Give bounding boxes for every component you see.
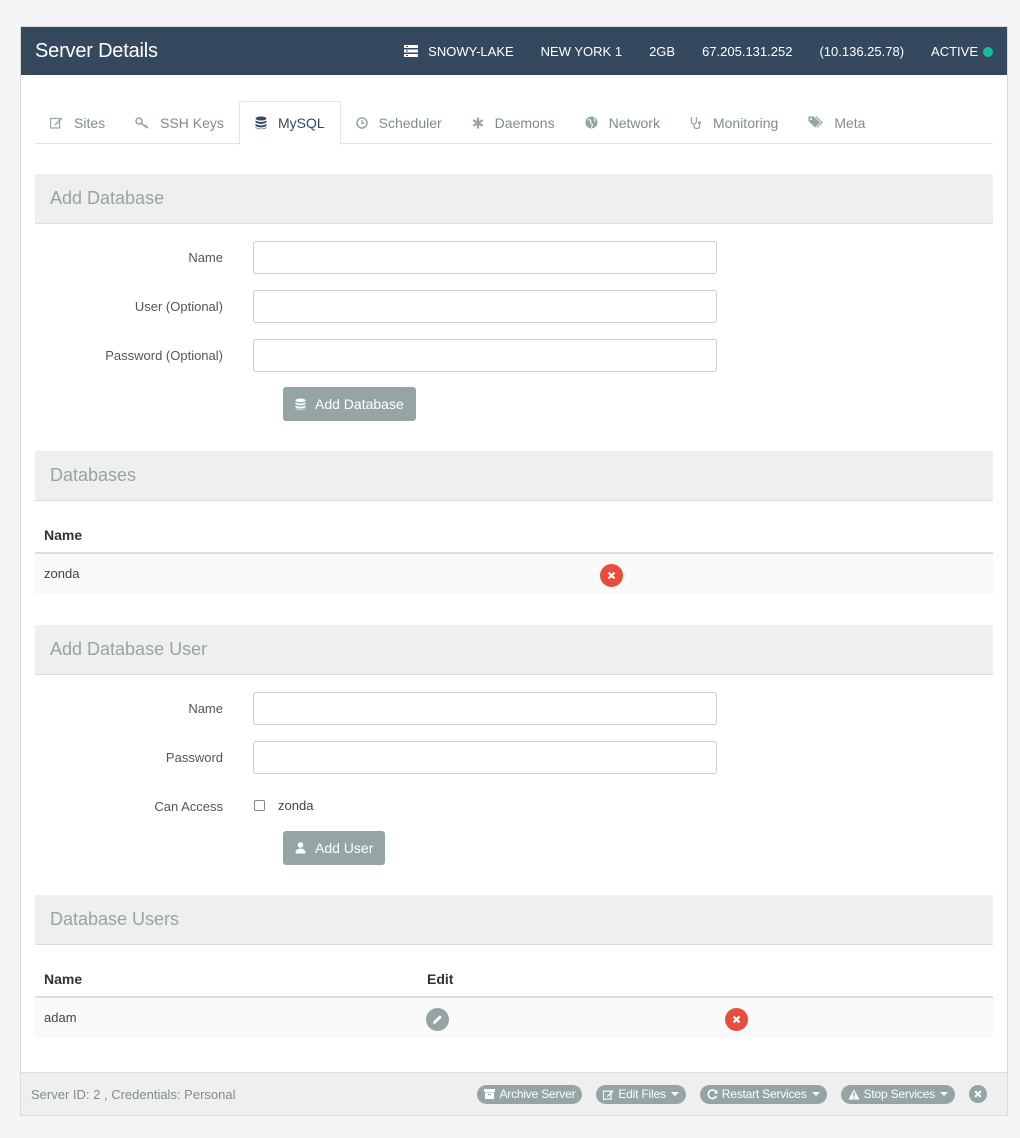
stop-services-button[interactable]: Stop Services bbox=[840, 1084, 955, 1104]
chevron-down-icon bbox=[811, 1092, 820, 1096]
close-icon bbox=[732, 1015, 741, 1024]
server-info: Server ID: 2 , Credentials: Personal bbox=[31, 1086, 236, 1102]
user-name-row: Name bbox=[35, 691, 993, 725]
db-password-row: Password (Optional) bbox=[35, 338, 993, 372]
tab-meta[interactable]: Meta bbox=[793, 101, 880, 144]
warning-icon bbox=[848, 1089, 860, 1099]
panel-footer: Server ID: 2 , Credentials: Personal Arc… bbox=[21, 1072, 1007, 1115]
db-user-input[interactable] bbox=[253, 289, 717, 323]
db-name-input[interactable] bbox=[253, 240, 717, 274]
server-status: ACTIVE bbox=[931, 44, 993, 59]
database-icon bbox=[295, 398, 306, 410]
restart-services-button[interactable]: Restart Services bbox=[699, 1084, 827, 1104]
user-name-input[interactable] bbox=[253, 691, 717, 725]
chevron-down-icon bbox=[940, 1092, 948, 1096]
server-public-ip: 67.205.131.252 bbox=[702, 43, 793, 59]
server-meta: SNOWY-LAKE NEW YORK 1 2GB 67.205.131.252… bbox=[404, 44, 993, 59]
status-dot-icon bbox=[983, 46, 993, 57]
databases-heading: Databases bbox=[35, 451, 993, 501]
database-users-heading: Database Users bbox=[35, 895, 993, 945]
edit-user-button[interactable] bbox=[426, 1008, 449, 1031]
archive-server-button[interactable]: Archive Server bbox=[477, 1084, 583, 1104]
edit-files-button[interactable]: Edit Files bbox=[596, 1084, 686, 1104]
tab-ssh-keys[interactable]: SSH Keys bbox=[120, 101, 239, 144]
tab-mysql[interactable]: MySQL bbox=[238, 101, 341, 145]
close-icon bbox=[974, 1090, 982, 1098]
users-col-name: Name bbox=[44, 971, 83, 987]
database-name: zonda bbox=[44, 566, 80, 581]
user-name-label: Name bbox=[188, 700, 223, 716]
tab-monitoring[interactable]: Monitoring bbox=[675, 101, 793, 144]
asterisk-icon bbox=[472, 117, 484, 128]
delete-database-button[interactable] bbox=[600, 564, 623, 587]
user-password-row: Password bbox=[35, 740, 993, 774]
chevron-down-icon bbox=[670, 1092, 679, 1096]
panel-header: Server Details SNOWY-LAKE NEW YORK 1 2GB… bbox=[21, 27, 1007, 75]
add-database-heading: Add Database bbox=[35, 174, 993, 224]
db-name-label: Name bbox=[188, 249, 223, 265]
edit-icon bbox=[50, 117, 63, 129]
db-password-label: Password (Optional) bbox=[105, 347, 223, 363]
tab-network[interactable]: Network bbox=[570, 101, 675, 144]
key-icon bbox=[135, 116, 149, 129]
db-password-input[interactable] bbox=[253, 338, 717, 372]
user-password-input[interactable] bbox=[253, 740, 717, 774]
close-panel-button[interactable] bbox=[969, 1085, 987, 1103]
status-text: ACTIVE bbox=[931, 43, 978, 59]
tab-sites[interactable]: Sites bbox=[35, 101, 120, 144]
server-details-panel: Server Details SNOWY-LAKE NEW YORK 1 2GB… bbox=[20, 26, 1008, 1116]
table-row: adam bbox=[35, 997, 993, 1038]
add-user-button[interactable]: Add User bbox=[283, 831, 386, 865]
access-checkbox-zonda[interactable] bbox=[254, 800, 265, 811]
db-user-label: User (Optional) bbox=[134, 298, 223, 314]
database-icon bbox=[255, 116, 267, 130]
tab-bar: Sites SSH Keys MySQL Scheduler Daemons N… bbox=[35, 101, 993, 145]
delete-user-button[interactable] bbox=[725, 1008, 748, 1031]
db-user-row: User (Optional) bbox=[35, 289, 993, 323]
add-database-button[interactable]: Add Database bbox=[283, 387, 416, 421]
tab-daemons[interactable]: Daemons bbox=[457, 101, 570, 144]
refresh-icon bbox=[707, 1088, 718, 1099]
archive-icon bbox=[484, 1089, 496, 1099]
user-password-label: Password bbox=[165, 749, 223, 765]
close-icon bbox=[607, 571, 616, 580]
can-access-options: zonda bbox=[253, 789, 373, 823]
stethoscope-icon bbox=[690, 116, 701, 129]
user-name: adam bbox=[44, 1010, 77, 1025]
server-name: SNOWY-LAKE bbox=[428, 43, 514, 59]
can-access-label: Can Access bbox=[154, 798, 223, 814]
server-private-ip: (10.136.25.78) bbox=[819, 43, 905, 59]
server-icon bbox=[404, 45, 419, 57]
add-database-user-heading: Add Database User bbox=[35, 625, 993, 675]
users-col-edit: Edit bbox=[427, 971, 454, 987]
can-access-row: Can Access zonda bbox=[35, 789, 993, 823]
globe-icon bbox=[585, 116, 598, 129]
databases-col-name: Name bbox=[44, 527, 83, 543]
page-title: Server Details bbox=[35, 39, 158, 62]
pencil-icon bbox=[433, 1015, 442, 1024]
access-option-label: zonda bbox=[278, 798, 314, 813]
server-size: 2GB bbox=[649, 43, 676, 59]
tags-icon bbox=[808, 116, 824, 128]
table-row: zonda bbox=[35, 553, 993, 594]
server-region: NEW YORK 1 bbox=[540, 43, 623, 59]
tab-scheduler[interactable]: Scheduler bbox=[341, 101, 457, 144]
clock-icon bbox=[355, 116, 368, 129]
db-name-row: Name bbox=[35, 240, 993, 274]
user-icon bbox=[295, 842, 306, 854]
edit-icon bbox=[603, 1089, 614, 1100]
